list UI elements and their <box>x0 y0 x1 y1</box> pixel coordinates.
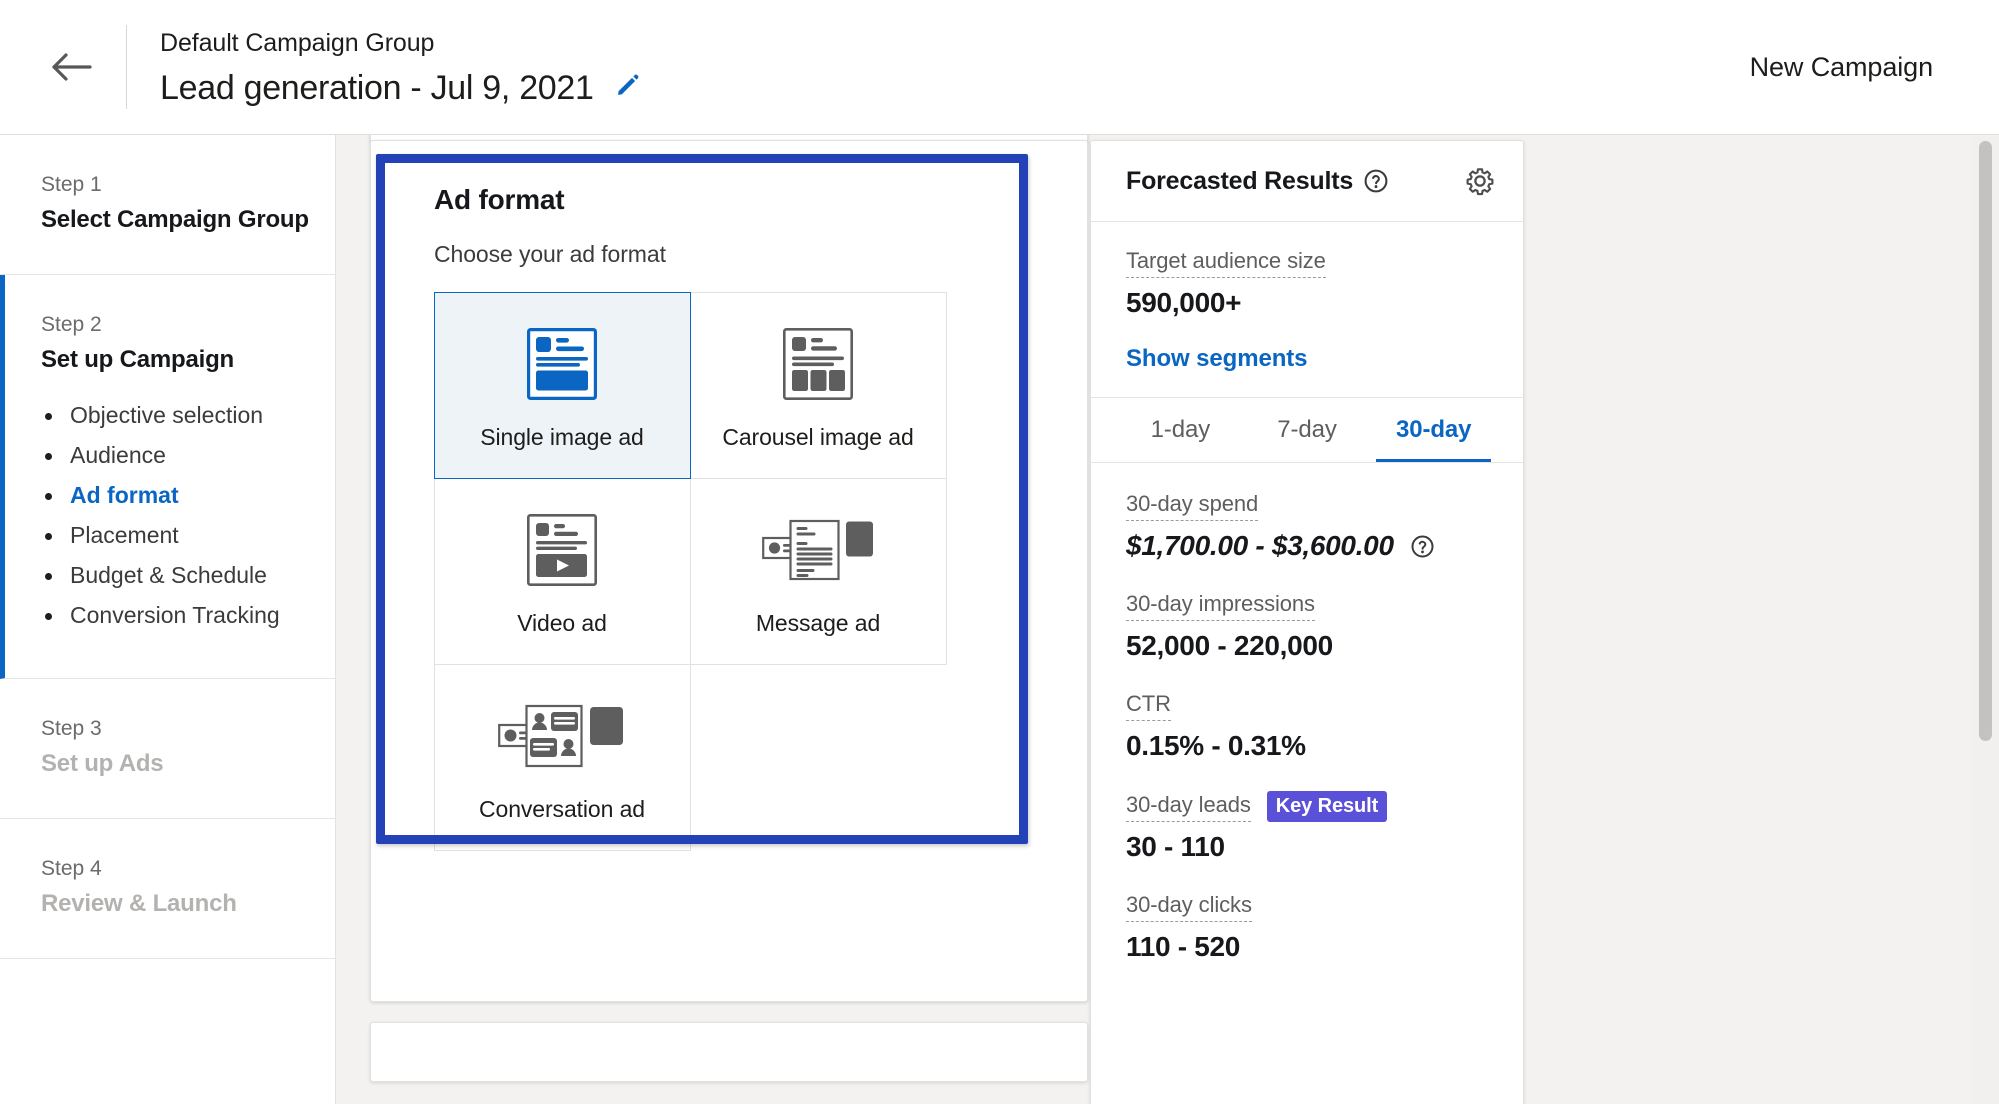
edit-campaign-name-button[interactable] <box>614 71 642 104</box>
target-audience-label: Target audience size <box>1126 248 1326 278</box>
metric-30-day-clicks: 30-day clicks 110 - 520 <box>1126 892 1488 963</box>
step-4-eyebrow: Step 4 <box>41 857 102 880</box>
page-header: Default Campaign Group Lead generation -… <box>0 0 1999 135</box>
arrow-left-icon <box>51 52 93 82</box>
step-3-eyebrow: Step 3 <box>41 717 102 740</box>
step-2-eyebrow: Step 2 <box>41 313 102 336</box>
ad-format-option-single-image-ad[interactable]: Single image ad <box>433 291 691 479</box>
forecast-title: Forecasted Results <box>1126 166 1354 195</box>
conversation-ad-icon <box>498 692 626 780</box>
help-circle-icon[interactable] <box>1410 534 1435 559</box>
page-scrollbar-thumb[interactable] <box>1979 141 1992 741</box>
new-campaign-label: New Campaign <box>1749 51 1933 82</box>
title-row: Lead generation - Jul 9, 2021 <box>160 67 642 109</box>
metric-label-30-day-clicks: 30-day clicks <box>1126 892 1252 922</box>
sidebar-item-audience[interactable]: Audience <box>41 440 335 470</box>
ad-format-option-conversation-ad[interactable]: Conversation ad <box>433 663 691 851</box>
breadcrumb: Default Campaign Group <box>160 28 435 57</box>
sidebar-step-1[interactable]: Step 1 Select Campaign Group <box>0 135 335 275</box>
sidebar-step-2[interactable]: Step 2 Set up Campaign Objective selecti… <box>0 275 335 679</box>
metric-label-ctr: CTR <box>1126 691 1171 721</box>
page-scrollbar[interactable] <box>1972 136 1999 1104</box>
step-2-name: Set up Campaign <box>41 346 235 373</box>
steps-sidebar: Step 1 Select Campaign Group Step 2 Set … <box>0 135 336 1104</box>
step-1-name: Select Campaign Group <box>41 206 309 233</box>
ad-format-card-body: Ad format Choose your ad format Single i… <box>371 141 1087 851</box>
ad-format-option-message-ad[interactable]: Message ad <box>689 477 947 665</box>
ad-format-label-message-ad: Message ad <box>755 609 881 636</box>
sidebar-item-placement[interactable]: Placement <box>41 520 335 550</box>
forecast-metrics: 30-day spend $1,700.00 - $3,600.00 30-da… <box>1091 463 1523 963</box>
metric-value-30-day-spend: $1,700.00 - $3,600.00 <box>1126 530 1394 561</box>
step-3-name: Set up Ads <box>41 750 164 777</box>
tab-1-day[interactable]: 1-day <box>1117 398 1244 462</box>
show-segments-link[interactable]: Show segments <box>1126 345 1488 373</box>
ad-format-title: Ad format <box>434 184 565 215</box>
target-audience-value: 590,000+ <box>1126 287 1242 318</box>
campaign-setup-page: Default Campaign Group Lead generation -… <box>0 0 1999 1104</box>
metric-value-30-day-leads: 30 - 110 <box>1126 831 1225 862</box>
metric-value-30-day-impressions: 52,000 - 220,000 <box>1126 630 1333 661</box>
message-ad-icon <box>762 506 874 594</box>
sidebar-item-objective-selection[interactable]: Objective selection <box>41 400 335 430</box>
sidebar-item-ad-format[interactable]: Ad format <box>41 480 335 510</box>
metric-value-ctr: 0.15% - 0.31% <box>1126 730 1306 761</box>
forecast-header: Forecasted Results <box>1091 141 1523 222</box>
metric-label-30-day-leads: 30-day leads <box>1126 792 1251 822</box>
page-title: Lead generation - Jul 9, 2021 <box>160 68 594 107</box>
forecast-range-tabs: 1-day 7-day 30-day <box>1091 398 1523 463</box>
ad-format-option-carousel-image-ad[interactable]: Carousel image ad <box>689 291 947 479</box>
sidebar-step-3[interactable]: Step 3 Set up Ads <box>0 679 335 819</box>
metric-30-day-impressions: 30-day impressions 52,000 - 220,000 <box>1126 591 1488 662</box>
step-4-name: Review & Launch <box>41 890 237 917</box>
carousel-image-ad-icon <box>783 320 853 408</box>
help-circle-icon[interactable] <box>1363 168 1389 194</box>
ad-format-label-video-ad: Video ad <box>517 609 607 636</box>
metric-value-30-day-clicks: 110 - 520 <box>1126 931 1241 962</box>
forecasted-results-panel: Forecasted Results Target audience size … <box>1090 140 1524 1104</box>
next-card-edge <box>370 1022 1088 1082</box>
metric-30-day-leads: 30-day leads Key Result 30 - 110 <box>1126 791 1488 863</box>
sidebar-item-budget-schedule[interactable]: Budget & Schedule <box>41 560 335 590</box>
main-content: Ad format Choose your ad format Single i… <box>337 135 1999 1104</box>
key-result-badge: Key Result <box>1266 791 1388 822</box>
back-button[interactable] <box>40 35 104 99</box>
step-1-eyebrow: Step 1 <box>41 173 102 196</box>
metric-label-30-day-impressions: 30-day impressions <box>1126 591 1315 621</box>
step-2-substeps: Objective selection Audience Ad format P… <box>41 400 335 630</box>
ad-format-card: Ad format Choose your ad format Single i… <box>370 140 1088 1002</box>
ad-format-label-conversation-ad: Conversation ad <box>479 795 645 822</box>
pencil-icon <box>614 71 642 104</box>
gear-icon[interactable] <box>1465 166 1495 196</box>
ad-format-option-video-ad[interactable]: Video ad <box>433 477 691 665</box>
sidebar-item-conversion-tracking[interactable]: Conversion Tracking <box>41 600 335 630</box>
header-divider <box>126 25 127 109</box>
target-audience-section: Target audience size 590,000+ Show segme… <box>1091 222 1523 398</box>
ad-format-grid-empty-cell <box>690 664 947 851</box>
tab-30-day[interactable]: 30-day <box>1370 398 1497 462</box>
ad-format-label-carousel-image-ad: Carousel image ad <box>722 423 914 450</box>
header-title-block: Default Campaign Group Lead generation -… <box>160 26 642 109</box>
single-image-ad-icon <box>527 320 597 408</box>
ad-format-label-single-image-ad: Single image ad <box>480 423 644 450</box>
metric-label-30-day-spend: 30-day spend <box>1126 491 1258 521</box>
tab-7-day[interactable]: 7-day <box>1244 398 1371 462</box>
metric-30-day-spend: 30-day spend $1,700.00 - $3,600.00 <box>1126 491 1488 562</box>
video-ad-icon <box>527 506 597 594</box>
ad-format-grid: Single image ad Carousel image ad Video … <box>433 291 947 851</box>
ad-format-subtitle: Choose your ad format <box>434 241 666 267</box>
sidebar-step-4[interactable]: Step 4 Review & Launch <box>0 819 335 959</box>
metric-ctr: CTR 0.15% - 0.31% <box>1126 691 1488 762</box>
